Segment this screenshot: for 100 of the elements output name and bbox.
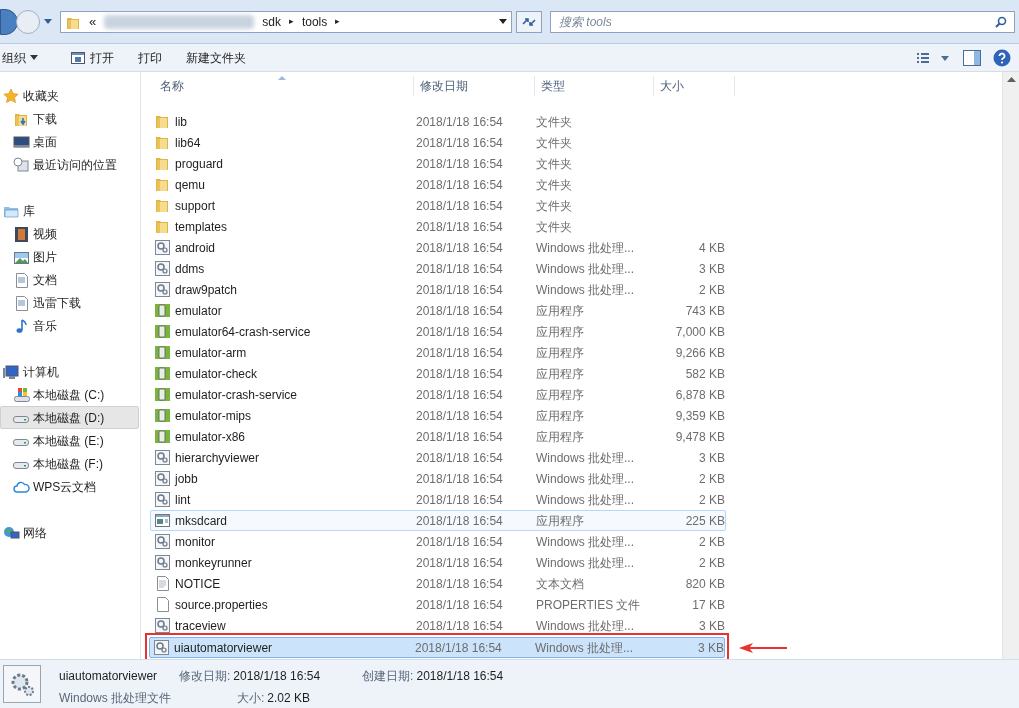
search-icon[interactable] xyxy=(995,15,1007,28)
film-icon xyxy=(13,225,30,242)
app-icon xyxy=(154,428,171,445)
file-row[interactable]: uiautomatorviewer 2018/1/18 16:54 Windows 批处理... 3 KB xyxy=(149,637,725,658)
file-name: NOTICE xyxy=(175,575,221,593)
file-row[interactable]: NOTICE 2018/1/18 16:54 文本文档 820 KB xyxy=(150,573,726,594)
sidebar-item[interactable]: 本地磁盘 (C:) xyxy=(0,383,139,406)
file-row[interactable]: emulator-x86 2018/1/18 16:54 应用程序 9,478 KB xyxy=(150,426,726,447)
sidebar-item[interactable]: 最近访问的位置 xyxy=(0,153,139,176)
date-cell-text: 2018/1/18 16:54 xyxy=(415,449,504,467)
view-options-icon[interactable] xyxy=(917,51,951,64)
file-row[interactable]: templates 2018/1/18 16:54 文件夹 xyxy=(150,216,726,237)
caret-icon xyxy=(30,55,38,60)
file-name: emulator-check xyxy=(175,365,258,383)
document-icon xyxy=(13,294,30,311)
type-cell-text: 应用程序 xyxy=(535,386,585,404)
file-row[interactable]: emulator-arm 2018/1/18 16:54 应用程序 9,266 KB xyxy=(150,342,726,363)
file-icon xyxy=(154,596,171,613)
back-button[interactable] xyxy=(0,8,18,35)
file-row[interactable]: lib 2018/1/18 16:54 文件夹 xyxy=(150,111,726,132)
type-cell-text: Windows 批处理... xyxy=(535,470,635,488)
sidebar-item[interactable]: 本地磁盘 (E:) xyxy=(0,429,139,452)
file-row[interactable]: emulator-crash-service 2018/1/18 16:54 应用程序 6,878 KB xyxy=(150,384,726,405)
search-field[interactable]: 搜索 tools xyxy=(550,10,1015,33)
type-cell-text: Windows 批处理... xyxy=(535,533,635,551)
file-row[interactable]: proguard 2018/1/18 16:54 文件夹 xyxy=(150,153,726,174)
drive-icon xyxy=(13,416,29,423)
file-name: proguard xyxy=(175,155,224,173)
file-row[interactable]: draw9patch 2018/1/18 16:54 Windows 批处理... 2 KB xyxy=(150,279,726,300)
sidebar-item[interactable]: 图片 xyxy=(0,245,139,268)
breadcrumb[interactable]: tools xyxy=(301,12,328,31)
file-row[interactable]: emulator 2018/1/18 16:54 应用程序 743 KB xyxy=(150,300,726,321)
refresh-button[interactable] xyxy=(516,10,542,33)
sidebar-item[interactable]: 本地磁盘 (F:) xyxy=(0,452,139,475)
date-cell-text: 2018/1/18 16:54 xyxy=(415,470,504,488)
type-cell-text: Windows 批处理... xyxy=(535,617,635,635)
overflow-chevron[interactable]: « xyxy=(89,11,97,32)
file-row[interactable]: jobb 2018/1/18 16:54 Windows 批处理... 2 KB xyxy=(150,468,726,489)
breadcrumb-arrow[interactable]: ▸ xyxy=(335,14,341,29)
file-row[interactable]: emulator64-crash-service 2018/1/18 16:54 应用程序 7,000 KB xyxy=(150,321,726,342)
sidebar-item[interactable]: 桌面 xyxy=(0,130,139,153)
sidebar-item[interactable]: 音乐 xyxy=(0,314,139,337)
file-row[interactable]: emulator-mips 2018/1/18 16:54 应用程序 9,359 KB xyxy=(150,405,726,426)
file-row[interactable]: qemu 2018/1/18 16:54 文件夹 xyxy=(150,174,726,195)
type-cell-text: 应用程序 xyxy=(535,323,585,341)
file-row[interactable]: traceview 2018/1/18 16:54 Windows 批处理... 3 KB xyxy=(150,615,726,636)
sidebar-group[interactable]: 网络 xyxy=(0,521,140,544)
file-row[interactable]: hierarchyviewer 2018/1/18 16:54 Windows 批处理... 3 KB xyxy=(150,447,726,468)
file-row[interactable]: ddms 2018/1/18 16:54 Windows 批处理... 3 KB xyxy=(150,258,726,279)
toolbar-button[interactable]: 打印 xyxy=(130,45,170,70)
column-header[interactable]: 修改日期 xyxy=(414,76,535,96)
sidebar-item[interactable]: 下载 xyxy=(0,107,139,130)
file-type: Windows 批处理文件 xyxy=(59,690,171,707)
help-icon[interactable] xyxy=(993,48,1011,67)
sidebar-group[interactable]: 计算机 xyxy=(0,360,140,383)
size-cell: 3 KB xyxy=(699,618,725,633)
size-cell: 225 KB xyxy=(685,513,725,528)
date-cell-text: 2018/1/18 16:54 xyxy=(415,155,504,173)
sidebar-item[interactable]: 迅雷下载 xyxy=(0,291,139,314)
scrollbar[interactable] xyxy=(1002,72,1019,659)
file-name: mksdcard xyxy=(175,512,227,530)
date-cell-text: 2018/1/18 16:54 xyxy=(415,596,504,614)
gear-file-icon xyxy=(153,639,170,656)
sidebar-item[interactable]: 文档 xyxy=(0,268,139,291)
date-cell-text: 2018/1/18 16:54 xyxy=(415,323,504,341)
sidebar-item[interactable]: 视频 xyxy=(0,222,139,245)
column-header[interactable]: 名称 xyxy=(150,76,414,96)
breadcrumb[interactable]: sdk xyxy=(262,12,281,31)
file-row[interactable]: android 2018/1/18 16:54 Windows 批处理... 4 KB xyxy=(150,237,726,258)
dropdown-icon[interactable] xyxy=(499,18,507,25)
date-cell-text: 2018/1/18 16:54 xyxy=(415,533,504,551)
size-cell: 9,266 KB xyxy=(675,345,725,360)
type-cell-text: Windows 批处理... xyxy=(535,554,635,572)
file-row[interactable]: monkeyrunner 2018/1/18 16:54 Windows 批处理... 2 KB xyxy=(150,552,726,573)
recent-places-icon xyxy=(13,156,30,173)
file-row[interactable]: lib64 2018/1/18 16:54 文件夹 xyxy=(150,132,726,153)
gear-file-icon xyxy=(154,239,171,256)
file-row[interactable]: emulator-check 2018/1/18 16:54 应用程序 582 KB xyxy=(150,363,726,384)
file-row[interactable]: support 2018/1/18 16:54 文件夹 xyxy=(150,195,726,216)
sidebar-item[interactable]: 本地磁盘 (D:) xyxy=(0,406,139,429)
scroll-up-icon[interactable] xyxy=(1006,77,1016,83)
column-header[interactable]: 类型 xyxy=(535,76,654,96)
date-cell-text: 2018/1/18 16:54 xyxy=(415,554,504,572)
file-row[interactable]: monitor 2018/1/18 16:54 Windows 批处理... 2 KB xyxy=(150,531,726,552)
address-bar[interactable]: « sdk ▸ tools ▸ xyxy=(60,10,512,33)
sidebar-group[interactable]: 库 xyxy=(0,199,140,222)
toolbar-button[interactable]: 新建文件夹 xyxy=(178,45,254,70)
column-header[interactable]: 大小 xyxy=(654,76,735,96)
toolbar-button[interactable]: 打开 xyxy=(62,45,122,70)
file-row[interactable]: source.properties 2018/1/18 16:54 PROPERTIES 文件 17 KB xyxy=(150,594,726,615)
preview-pane-icon[interactable] xyxy=(963,49,981,66)
sidebar-group[interactable]: 收藏夹 xyxy=(0,84,140,107)
breadcrumb-arrow[interactable]: ▸ xyxy=(288,14,294,29)
file-row[interactable]: mksdcard 2018/1/18 16:54 应用程序 225 KB xyxy=(150,510,726,531)
sidebar-item[interactable]: WPS云文档 xyxy=(0,475,139,498)
sort-arrow-icon xyxy=(278,76,286,80)
type-cell-text: Windows 批处理... xyxy=(535,239,635,257)
date-cell-text: 2018/1/18 16:54 xyxy=(415,302,504,320)
file-row[interactable]: lint 2018/1/18 16:54 Windows 批处理... 2 KB xyxy=(150,489,726,510)
organize-menu[interactable]: 组织 xyxy=(0,45,46,70)
